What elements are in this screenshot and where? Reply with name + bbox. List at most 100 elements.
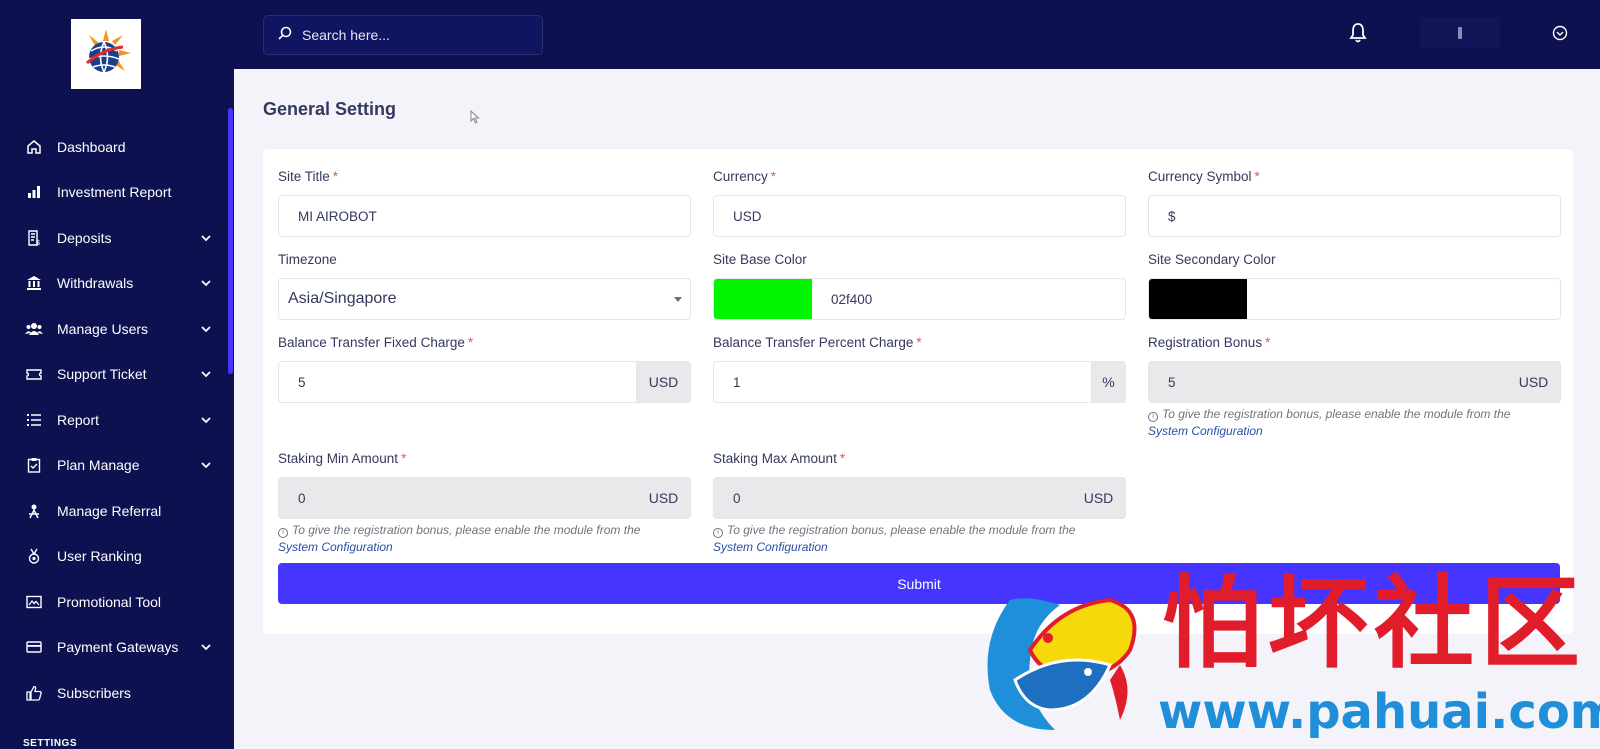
staking-min-hint: i To give the registration bonus, please … <box>278 522 691 556</box>
bt-percent-charge-input[interactable]: 1% <box>713 361 1126 403</box>
chevron-down-icon <box>200 323 212 335</box>
sidebar-item-label: Promotional Tool <box>57 593 162 610</box>
chevron-down-icon <box>200 641 212 653</box>
currency-addon: USD <box>1071 478 1125 518</box>
sidebar-item-label: Withdrawals <box>57 275 134 292</box>
timezone-value: Asia/Singapore <box>288 290 397 307</box>
sidebar-item-label: User Ranking <box>57 548 142 565</box>
staking-min-value: 0 <box>298 490 306 506</box>
site-secondary-color-group: Site Secondary Color <box>1148 252 1561 320</box>
user-dropdown-chevron-icon[interactable] <box>1552 25 1568 41</box>
sidebar-item-label: Deposits <box>57 229 112 246</box>
sidebar-item-label: Manage Referral <box>57 502 162 519</box>
sidebar-item-manage-referral[interactable]: Manage Referral <box>0 488 228 534</box>
sidebar-item-label: Manage Users <box>57 320 149 337</box>
site-title-input[interactable]: MI AIROBOT <box>278 195 691 237</box>
registration-bonus-value: 5 <box>1168 374 1176 390</box>
clipboard-icon <box>25 456 43 474</box>
base-color-swatch[interactable] <box>714 279 812 319</box>
required-asterisk: * <box>401 451 407 466</box>
site-secondary-color-label: Site Secondary Color <box>1148 252 1276 267</box>
site-title-label: Site Title <box>278 169 330 184</box>
sidebar-item-promotional-tool[interactable]: Promotional Tool <box>0 579 228 625</box>
bt-fixed-charge-value: 5 <box>298 374 306 390</box>
site-logo[interactable] <box>71 19 141 89</box>
hint-text: To give the registration bonus, please e… <box>292 523 641 537</box>
percent-addon: % <box>1091 362 1125 402</box>
currency-symbol-value: $ <box>1168 208 1176 224</box>
required-asterisk: * <box>467 335 474 350</box>
page-title: General Setting <box>263 99 397 119</box>
system-configuration-link[interactable]: System Configuration <box>1148 424 1263 438</box>
sidebar-item-label: Dashboard <box>57 138 126 155</box>
bt-percent-charge-group: Balance Transfer Percent Charge * 1% <box>713 335 1126 403</box>
users-icon <box>25 320 43 338</box>
bell-icon[interactable] <box>1348 22 1368 44</box>
staking-max-value: 0 <box>733 490 741 506</box>
sidebar-item-subscribers[interactable]: Subscribers <box>0 670 228 716</box>
site-base-color-input[interactable]: 02f400 <box>713 278 1126 320</box>
required-asterisk: * <box>332 169 339 184</box>
registration-bonus-group: Registration Bonus * 5 USD i To give the re… <box>1148 335 1561 440</box>
system-configuration-link[interactable]: System Configuration <box>713 540 828 554</box>
sidebar-item-deposits[interactable]: $ Deposits <box>0 215 228 261</box>
bt-fixed-charge-input[interactable]: 5 USD <box>278 361 691 403</box>
credit-card-icon <box>25 638 43 656</box>
currency-label: Currency <box>713 169 768 184</box>
sidebar-item-label: Investment Report <box>57 184 172 201</box>
staking-min-label: Staking Min Amount <box>278 451 399 466</box>
sidebar-item-plan-manage[interactable]: Plan Manage <box>0 443 228 489</box>
system-configuration-link[interactable]: System Configuration <box>278 540 393 554</box>
site-title-value: MI AIROBOT <box>298 208 377 224</box>
sidebar-item-label: Subscribers <box>57 684 131 701</box>
required-asterisk: * <box>1254 169 1260 184</box>
sidebar-item-dashboard[interactable]: Dashboard <box>0 124 228 170</box>
sidebar-item-report[interactable]: Report <box>0 397 228 443</box>
sidebar-item-investment-report[interactable]: Investment Report <box>0 170 228 216</box>
timezone-select[interactable]: Asia/Singapore <box>278 278 691 320</box>
bt-fixed-charge-group: Balance Transfer Fixed Charge * 5 USD <box>278 335 691 403</box>
sidebar-nav: Dashboard Investment Report $ Deposits W… <box>0 124 228 716</box>
staking-max-group: Staking Max Amount * 0 USD i To give the re… <box>713 451 1126 556</box>
top-navbar <box>234 0 1600 69</box>
required-asterisk: * <box>1265 335 1271 350</box>
user-avatar[interactable] <box>1420 18 1500 48</box>
sidebar-item-user-ranking[interactable]: User Ranking <box>0 534 228 580</box>
hint-text: To give the registration bonus, please e… <box>1162 407 1511 421</box>
required-asterisk: * <box>770 169 777 184</box>
sidebar-item-support-ticket[interactable]: Support Ticket <box>0 352 228 398</box>
currency-addon: USD <box>636 362 690 402</box>
receipt-icon: $ <box>25 229 43 247</box>
watermark-fish-logo <box>970 580 1145 735</box>
search-input[interactable] <box>302 27 522 43</box>
svg-text:$: $ <box>36 240 40 246</box>
sidebar-item-label: Payment Gateways <box>57 639 179 656</box>
currency-addon: USD <box>636 478 690 518</box>
sidebar-scrollbar[interactable] <box>228 108 233 374</box>
sidebar: Dashboard Investment Report $ Deposits W… <box>0 0 234 749</box>
sidebar-item-payment-gateways[interactable]: Payment Gateways <box>0 625 228 671</box>
sidebar-item-label: Plan Manage <box>57 457 140 474</box>
secondary-color-swatch[interactable] <box>1149 279 1247 319</box>
sidebar-item-label: Support Ticket <box>57 366 147 383</box>
currency-symbol-input[interactable]: $ <box>1148 195 1561 237</box>
registration-bonus-input[interactable]: 5 USD <box>1148 361 1561 403</box>
registration-bonus-label: Registration Bonus <box>1148 335 1263 350</box>
staking-min-input[interactable]: 0 USD <box>278 477 691 519</box>
hint-text: To give the registration bonus, please e… <box>727 523 1076 537</box>
sidebar-item-withdrawals[interactable]: Withdrawals <box>0 261 228 307</box>
timezone-label: Timezone <box>278 252 337 267</box>
staking-max-label: Staking Max Amount <box>713 451 837 466</box>
site-title-group: Site Title * MI AIROBOT <box>278 169 691 237</box>
chevron-down-icon <box>200 414 212 426</box>
currency-addon: USD <box>1506 362 1560 402</box>
sidebar-item-manage-users[interactable]: Manage Users <box>0 306 228 352</box>
staking-max-input[interactable]: 0 USD <box>713 477 1126 519</box>
site-secondary-color-input[interactable] <box>1148 278 1561 320</box>
required-asterisk: * <box>839 451 846 466</box>
mouse-cursor-icon <box>470 109 480 124</box>
chevron-down-icon <box>200 277 212 289</box>
currency-input[interactable]: USD <box>713 195 1126 237</box>
search-box[interactable] <box>263 15 543 55</box>
thumbs-up-icon <box>25 684 43 702</box>
